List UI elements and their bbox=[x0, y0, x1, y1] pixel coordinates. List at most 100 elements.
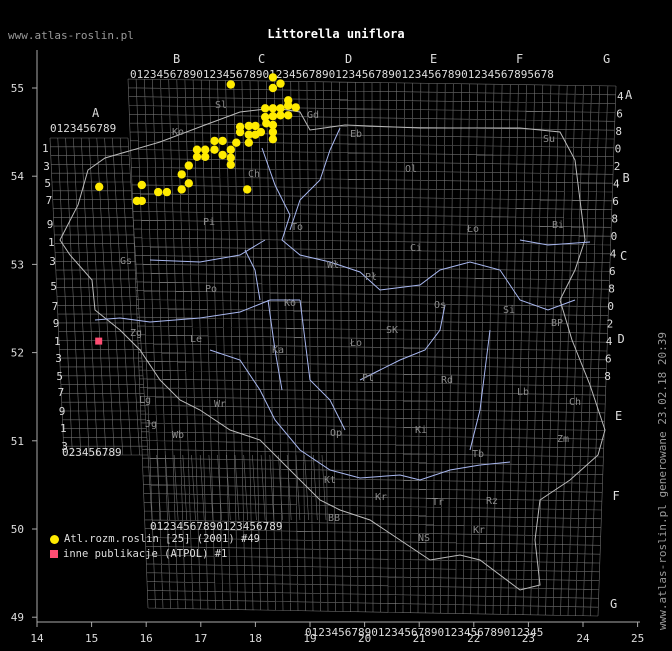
grid-row-digit-right: 2 bbox=[607, 318, 614, 331]
region-code-label: Ka bbox=[272, 345, 284, 356]
grid-col-letter: G bbox=[603, 52, 610, 66]
region-code-label: Rz bbox=[486, 496, 498, 507]
region-code-label: Bi bbox=[552, 220, 564, 231]
atlas-record-dot bbox=[226, 145, 235, 154]
grid-row-digit: 3 bbox=[55, 352, 62, 365]
atlas-record-dot bbox=[226, 80, 235, 89]
region-code-label: SK bbox=[386, 325, 398, 336]
grid-digits-west-top: 0123456789 bbox=[50, 122, 116, 135]
atlas-record-dot bbox=[184, 179, 193, 188]
grid-row-digit-right: 8 bbox=[615, 125, 622, 138]
region-code-label: Ch bbox=[248, 169, 260, 180]
region-code-label: Ło bbox=[349, 338, 362, 349]
region-code-label: Lb bbox=[517, 387, 529, 398]
grid-row-digit-right: 4 bbox=[613, 178, 620, 191]
region-code-label: Si bbox=[503, 305, 515, 316]
y-tick-label: 51 bbox=[11, 435, 24, 448]
region-code-label: Lg bbox=[139, 395, 151, 406]
grid-row-digit: 9 bbox=[53, 317, 60, 330]
grid-row-digit-right: 6 bbox=[616, 108, 623, 121]
region-code-label: BB bbox=[328, 513, 340, 524]
region-code-label: Ko bbox=[284, 298, 296, 309]
grid-digits-bottom-right: 012345678901234567890123456789012345 bbox=[305, 626, 543, 639]
grid-row-digit-right: 6 bbox=[612, 195, 619, 208]
grid-row-digit: 3 bbox=[61, 440, 68, 453]
grid-row-digit: 3 bbox=[49, 255, 56, 268]
region-code-label: Ol bbox=[405, 164, 417, 175]
grid-row-letter: B bbox=[623, 171, 630, 185]
region-code-label: Tb bbox=[472, 449, 484, 460]
grid-col-letter: A bbox=[92, 106, 100, 120]
grid-row-digit: 1 bbox=[60, 422, 67, 435]
grid-row-digit: 1 bbox=[48, 236, 55, 249]
atlas-record-dot bbox=[244, 138, 253, 147]
atlas-record-dot bbox=[184, 161, 193, 170]
grid-digits-top: 0123456789012345678901234567890123456789… bbox=[130, 68, 554, 81]
region-code-label: NS bbox=[418, 533, 430, 544]
atlas-record-dot bbox=[268, 83, 278, 93]
atlas-record-dot bbox=[284, 96, 293, 105]
grid-row-digit: 9 bbox=[59, 405, 66, 418]
grid-row-digit: 5 bbox=[56, 370, 63, 383]
atlas-record-dot bbox=[95, 182, 104, 191]
atlas-record-dot bbox=[291, 103, 300, 112]
atlas-record-dot bbox=[137, 180, 146, 190]
atlas-record-dot bbox=[256, 127, 266, 137]
rivers bbox=[94, 127, 591, 481]
atlas-record-dot bbox=[154, 187, 163, 197]
atlas-record-dot bbox=[192, 145, 202, 154]
y-tick-label: 49 bbox=[11, 611, 24, 624]
legend-item-other: inne publikacje (ATPOL) #1 bbox=[50, 548, 227, 560]
atlas-record-dot bbox=[201, 145, 210, 154]
atlas-record-dot bbox=[262, 119, 271, 128]
atlas-record-dot bbox=[268, 112, 278, 121]
region-code-label: Ło bbox=[466, 224, 479, 235]
region-code-label: Os bbox=[434, 300, 446, 311]
grid-row-digit-right: 4 bbox=[610, 248, 617, 261]
region-code-label: Pt bbox=[362, 373, 374, 384]
atlas-record-dot bbox=[276, 79, 285, 88]
grid-row-digit: 5 bbox=[50, 280, 57, 293]
atlas-record-dot bbox=[235, 122, 245, 131]
grid-col-letter: B bbox=[173, 52, 180, 66]
region-code-label: Wb bbox=[172, 430, 184, 441]
atlas-record-dot bbox=[261, 104, 270, 113]
legend-label-other: inne publikacje (ATPOL) #1 bbox=[63, 548, 228, 560]
region-code-label: Pł bbox=[365, 272, 377, 283]
grid-row-letter: G bbox=[610, 597, 617, 611]
grid-col-letter: F bbox=[516, 52, 523, 66]
x-tick-label: 18 bbox=[249, 632, 262, 645]
region-code-label: Wł bbox=[327, 260, 339, 271]
region-code-label: Rd bbox=[441, 375, 453, 386]
region-code-label: Zg bbox=[130, 328, 142, 339]
region-code-label: Po bbox=[205, 284, 217, 295]
atlas-record-dot bbox=[177, 170, 186, 179]
grid-col-letter: E bbox=[430, 52, 437, 66]
grid-row-digit: 3 bbox=[43, 160, 50, 173]
grid-digits-bottom-left: 01234567890123456789 bbox=[150, 520, 282, 533]
grid-row-digit-right: 2 bbox=[614, 160, 621, 173]
grid-row-digit: 7 bbox=[46, 194, 53, 207]
grid-row-digit: 7 bbox=[52, 300, 59, 313]
atlas-record-dot bbox=[137, 196, 146, 206]
grid-col-letter: D bbox=[345, 52, 352, 66]
region-code-label: Tr bbox=[432, 497, 444, 508]
atlas-record-dot bbox=[284, 111, 293, 120]
grid-row-digit: 1 bbox=[54, 335, 61, 348]
grid-row-digit: 5 bbox=[44, 177, 51, 190]
x-tick-label: 24 bbox=[576, 632, 590, 645]
other-record-square bbox=[95, 337, 103, 345]
legend-label-atlas: Atl.rozm.roslin [25] (2001) #49 bbox=[64, 533, 260, 545]
x-tick-label: 15 bbox=[85, 632, 98, 645]
grid-row-digit-right: 0 bbox=[607, 300, 614, 313]
atlas-record-dot bbox=[226, 153, 235, 162]
grid-row-digit-right: 4 bbox=[617, 90, 624, 103]
grid-row-letter: A bbox=[625, 88, 633, 102]
river-line bbox=[261, 147, 576, 311]
grid-row-digit-right: 6 bbox=[605, 353, 612, 366]
region-code-label: Ko bbox=[172, 127, 184, 138]
atlas-record-dot bbox=[218, 136, 227, 146]
grid-row-digit-right: 8 bbox=[608, 283, 615, 296]
region-code-label: Pi bbox=[203, 217, 215, 228]
region-code-label: Kt bbox=[324, 475, 336, 486]
